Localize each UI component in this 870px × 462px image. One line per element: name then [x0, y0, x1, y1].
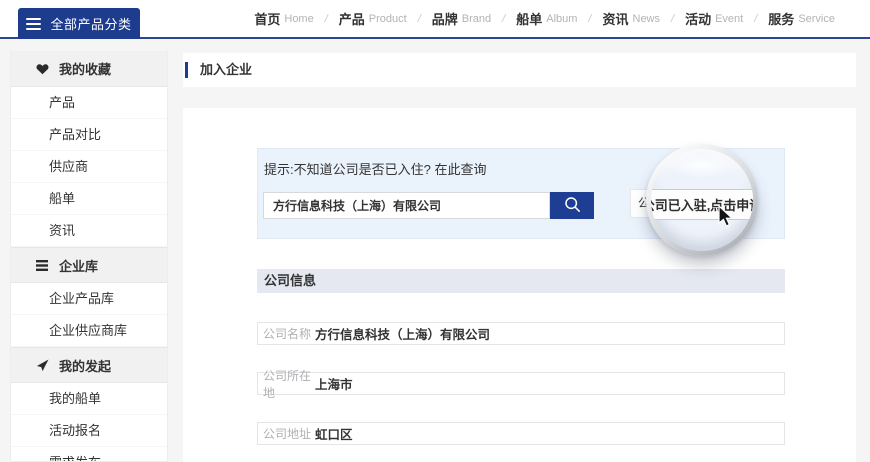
nav-separator: / [671, 13, 674, 25]
company-field-row[interactable]: 公司名称 方行信息科技（上海）有限公司 [257, 322, 785, 345]
nav-item-label-zh: 活动 [685, 9, 711, 28]
nav-item-label-en: Service [798, 13, 835, 25]
sidebar-item[interactable]: 活动报名 [11, 415, 167, 447]
magnifier-overlay: 公司已入驻,点击申请 [646, 144, 758, 256]
title-accent-bar [185, 62, 188, 78]
nav-item-label-en: Product [369, 13, 407, 25]
all-categories-label: 全部产品分类 [50, 14, 131, 33]
company-field-row[interactable]: 公司地址 虹口区 [257, 422, 785, 445]
all-categories-button[interactable]: 全部产品分类 [18, 8, 140, 39]
nav-item[interactable]: 首页 Home / [254, 9, 338, 28]
page-title-bar: 加入企业 [183, 53, 856, 87]
send-icon [35, 358, 49, 372]
sidebar-item[interactable]: 我的船单 [11, 383, 167, 415]
sidebar-item[interactable]: 船单 [11, 183, 167, 215]
nav-item-label-en: Brand [462, 13, 491, 25]
nav-item[interactable]: 船单 Album / [516, 9, 602, 28]
heart-icon [35, 62, 49, 76]
field-value: 虹口区 [315, 424, 353, 443]
nav-item-label-en: News [633, 13, 661, 25]
sidebar-section-label: 企业库 [59, 256, 98, 275]
page-title: 加入企业 [183, 53, 856, 87]
query-hint-text: 提示:不知道公司是否已入住? 在此查询 [264, 159, 486, 178]
main-panel: 提示:不知道公司是否已入住? 在此查询 公司已入驻,点击申请 公司已入驻,点击申… [183, 108, 856, 462]
sidebar-item[interactable]: 产品 [11, 87, 167, 119]
nav-item-label-zh: 首页 [254, 9, 280, 28]
nav-item-label-zh: 服务 [768, 9, 794, 28]
sidebar-item[interactable]: 供应商 [11, 151, 167, 183]
sidebar-item[interactable]: 资讯 [11, 215, 167, 247]
nav-separator: / [325, 13, 328, 25]
sidebar-section-initiated[interactable]: 我的发起 [11, 347, 167, 383]
nav-item-label-zh: 品牌 [432, 9, 458, 28]
magnifier-glare [663, 152, 741, 178]
nav-separator: / [418, 13, 421, 25]
nav-item-label-zh: 产品 [339, 9, 365, 28]
sidebar-items-favorites: 产品产品对比供应商船单资讯 [11, 87, 167, 247]
sidebar-items-enterprise: 企业产品库企业供应商库 [11, 283, 167, 347]
company-info-fields: 公司名称 方行信息科技（上海）有限公司 公司所在地 上海市 公司地址 虹口区 [257, 322, 785, 462]
nav-item-label-en: Home [284, 13, 313, 25]
nav-item-label-en: Album [546, 13, 577, 25]
sidebar-section-label: 我的发起 [59, 356, 111, 375]
sidebar-section-enterprise[interactable]: 企业库 [11, 247, 167, 283]
search-button[interactable] [550, 192, 594, 219]
nav-separator: / [588, 13, 591, 25]
magnifier-lens: 公司已入驻,点击申请 [651, 149, 753, 251]
sidebar-item[interactable]: 产品对比 [11, 119, 167, 151]
sidebar: 我的收藏 产品产品对比供应商船单资讯 企业库 企业产品库企业供应商库 我的发起 … [10, 51, 168, 462]
cursor-icon [717, 205, 735, 231]
field-value: 上海市 [315, 374, 353, 393]
search-icon [564, 196, 581, 216]
sidebar-items-initiated: 我的船单活动报名需求发布 [11, 383, 167, 462]
sidebar-item[interactable]: 企业供应商库 [11, 315, 167, 347]
magnified-link-text[interactable]: 公司已入驻,点击申请 [651, 189, 753, 220]
field-label: 公司所在地 [258, 367, 315, 401]
list-icon [35, 258, 49, 272]
sidebar-section-label: 我的收藏 [59, 59, 111, 78]
company-field-row[interactable]: 公司所在地 上海市 [257, 372, 785, 395]
sidebar-item[interactable]: 企业产品库 [11, 283, 167, 315]
hamburger-icon [26, 18, 41, 30]
nav-item[interactable]: 产品 Product / [339, 9, 432, 28]
company-info-section-header: 公司信息 [257, 269, 785, 293]
company-search-input[interactable] [263, 192, 550, 219]
field-label: 公司名称 [258, 325, 315, 342]
top-header: 全部产品分类 首页 Home / 产品 Product / 品牌 Brand /… [0, 0, 870, 39]
nav-item[interactable]: 活动 Event / [685, 9, 768, 28]
nav-separator: / [502, 13, 505, 25]
sidebar-section-favorites[interactable]: 我的收藏 [11, 51, 167, 87]
nav-item-label-zh: 资讯 [602, 9, 628, 28]
main-nav: 首页 Home / 产品 Product / 品牌 Brand / 船单 Alb… [254, 0, 835, 37]
nav-separator: / [754, 13, 757, 25]
field-label: 公司地址 [258, 425, 315, 442]
nav-item[interactable]: 资讯 News / [602, 9, 685, 28]
nav-item[interactable]: 服务 Service / [768, 9, 835, 28]
field-value: 方行信息科技（上海）有限公司 [315, 324, 490, 343]
nav-item[interactable]: 品牌 Brand / [432, 9, 516, 28]
sidebar-item[interactable]: 需求发布 [11, 447, 167, 462]
nav-item-label-zh: 船单 [516, 9, 542, 28]
nav-item-label-en: Event [715, 13, 743, 25]
